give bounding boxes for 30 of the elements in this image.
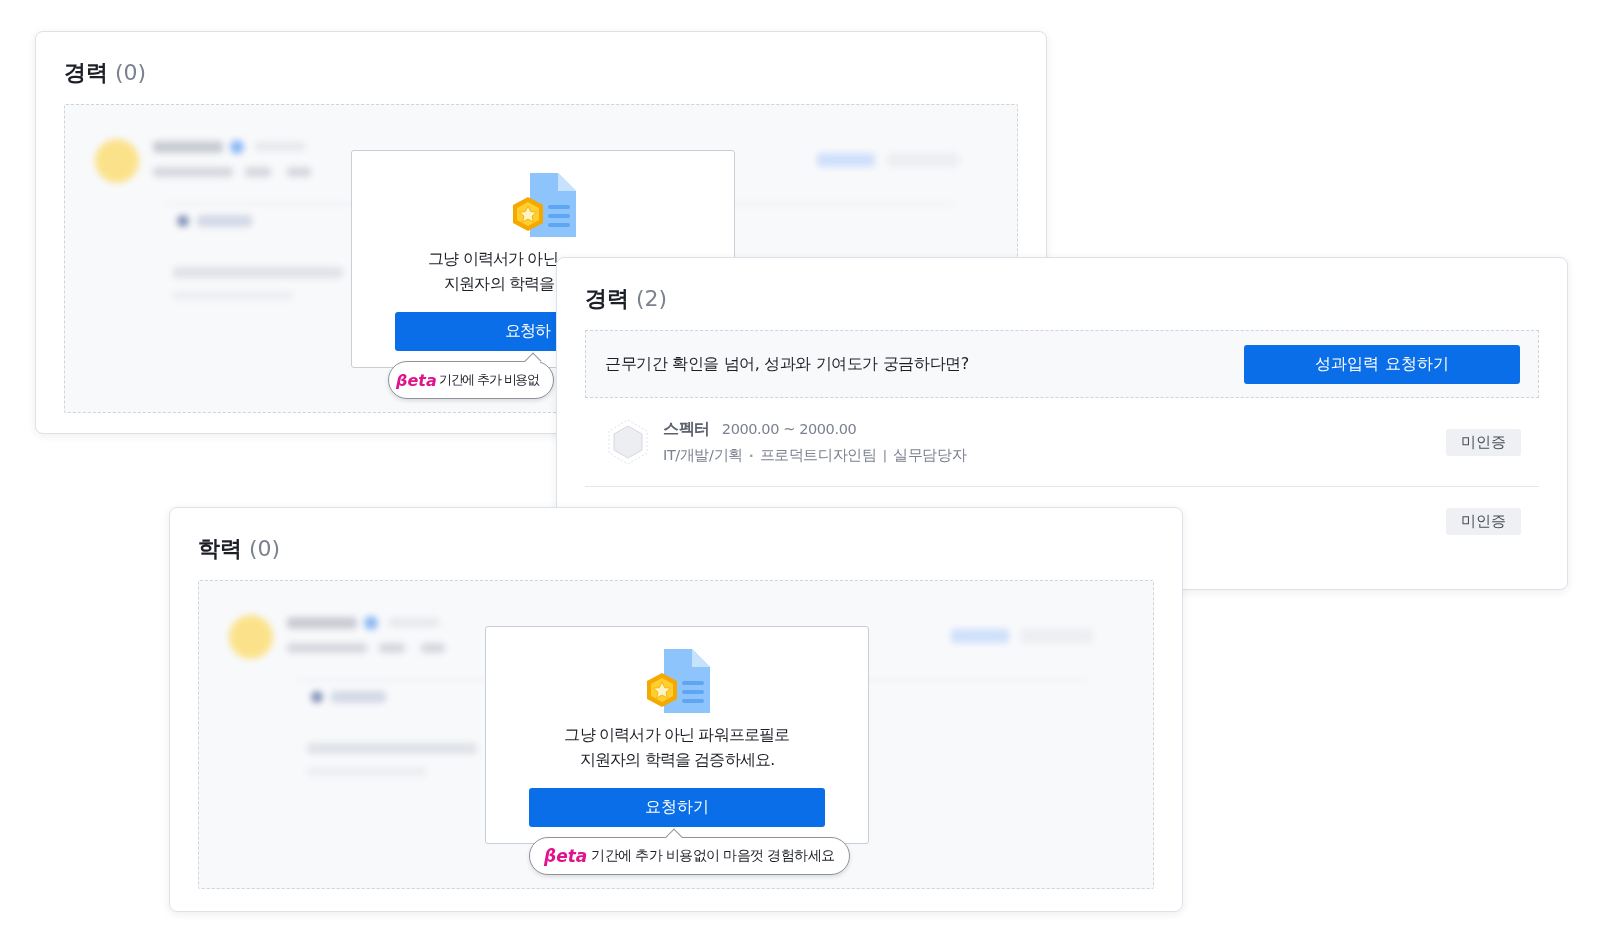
- role-text: 실무담당자: [893, 446, 967, 465]
- beta-text: 기간에 추가 비용없: [438, 371, 539, 389]
- beta-logo: βeta: [396, 370, 437, 390]
- promo-text: 그냥 이력서가 아닌 파워프로필로: [564, 725, 790, 746]
- section-title: 경력: [64, 59, 108, 87]
- banner-text: 근무기간 확인을 넘어, 성과와 기여도가 궁금하다면?: [605, 353, 969, 375]
- document-medal-icon: [510, 173, 576, 237]
- company-name: 스펙터: [663, 419, 710, 440]
- separator: |: [882, 448, 888, 463]
- request-button[interactable]: 성과입력 요청하기: [1244, 344, 1520, 384]
- document-medal-icon: [644, 649, 710, 713]
- beta-text: 기간에 추가 비용없이 마음껏 경험하세요: [591, 847, 835, 865]
- promo-text: 지원자의 학력을 검증하세요.: [579, 750, 775, 771]
- promo-text: 지원자의 학력을: [444, 274, 555, 295]
- request-button[interactable]: 요청하기: [529, 788, 825, 827]
- section-title: 학력: [198, 535, 242, 563]
- section-title: 경력: [585, 285, 629, 313]
- request-button[interactable]: 요청하: [395, 312, 558, 351]
- beta-logo: βeta: [544, 846, 588, 866]
- category-text: IT/개발/기획: [663, 446, 743, 465]
- section-count: (0): [249, 536, 281, 561]
- promo-text: 그냥 이력서가 아닌: [428, 249, 558, 270]
- status-badge: 미인증: [1446, 507, 1521, 535]
- section-count: (2): [636, 286, 668, 311]
- separator: ·: [748, 448, 754, 463]
- team-text: 프로덕트디자인팀: [759, 446, 877, 465]
- section-count: (0): [115, 60, 147, 85]
- period-text: 2000.00 ~ 2000.00: [721, 421, 857, 437]
- hexagon-logo-icon: [607, 419, 649, 465]
- status-badge: 미인증: [1446, 428, 1521, 456]
